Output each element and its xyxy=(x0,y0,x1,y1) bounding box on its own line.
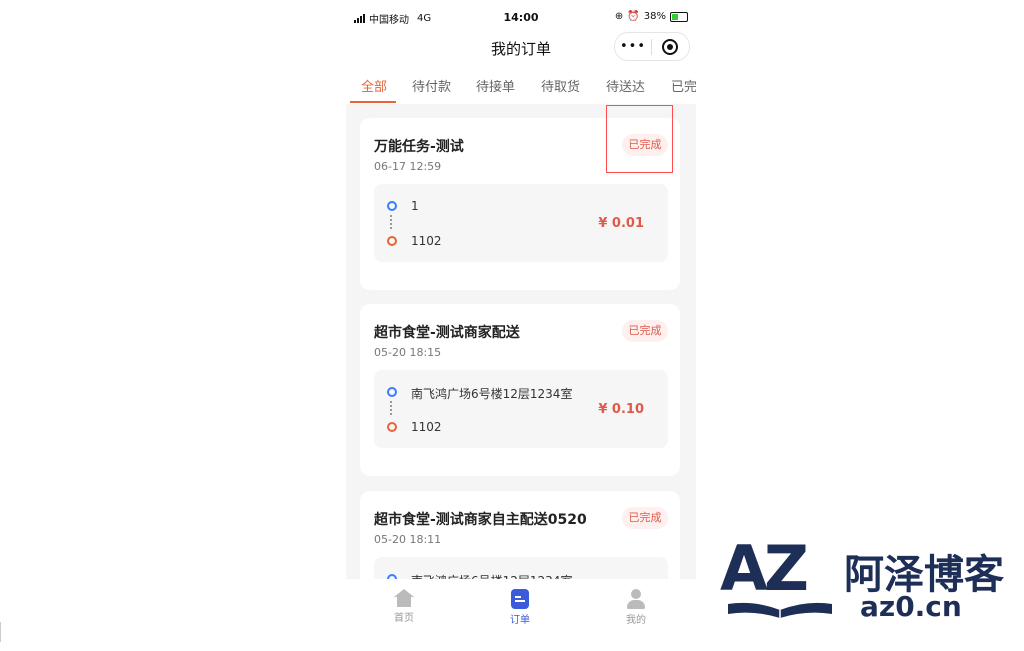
destination-dot-icon xyxy=(387,236,397,246)
order-time: 05-20 18:15 xyxy=(374,346,442,359)
tab-pending-payment[interactable]: 待付款 xyxy=(412,76,451,95)
destination-address: 1102 xyxy=(411,234,442,248)
order-title: 超市食堂-测试商家配送 xyxy=(374,325,520,341)
destination-dot-icon xyxy=(387,422,397,432)
home-icon xyxy=(394,589,414,607)
alarm-icon: ⏰ xyxy=(627,11,640,22)
tabbar-home-label: 首页 xyxy=(394,613,414,624)
book-icon xyxy=(728,602,832,618)
route-box: 1 1102 ¥ 0.01 xyxy=(374,184,668,262)
route-connector xyxy=(390,401,392,415)
order-price: ¥ 0.10 xyxy=(598,402,644,417)
order-icon xyxy=(511,589,529,609)
destination-address: 1102 xyxy=(411,420,442,434)
battery-percent: 38% xyxy=(643,11,666,22)
location-icon: ⊕ xyxy=(614,11,624,22)
order-price: ¥ 0.01 xyxy=(598,216,644,231)
order-title: 超市食堂-测试商家自主配送0520 xyxy=(374,512,587,528)
order-time: 06-17 12:59 xyxy=(374,160,442,173)
status-badge: 已完成 xyxy=(622,320,668,342)
status-badge: 已完成 xyxy=(622,507,668,529)
close-miniprogram-button[interactable] xyxy=(652,38,688,55)
order-tabs: 全部 待付款 待接单 待取货 待送达 已完 xyxy=(346,68,696,104)
order-time: 05-20 18:11 xyxy=(374,533,442,546)
tab-pending-accept[interactable]: 待接单 xyxy=(476,76,515,95)
route-connector xyxy=(390,215,392,229)
tabbar-orders-label: 订单 xyxy=(510,615,530,626)
watermark: AZ 阿泽博客 az0.cn xyxy=(720,538,1010,628)
active-tab-indicator xyxy=(350,101,396,103)
origin-dot-icon xyxy=(387,387,397,397)
target-icon xyxy=(662,38,678,55)
order-title: 万能任务-测试 xyxy=(374,139,464,155)
tab-all[interactable]: 全部 xyxy=(361,76,387,95)
watermark-url: az0.cn xyxy=(860,590,962,623)
nav-bar: 我的订单 ••• xyxy=(346,32,696,68)
miniprogram-capsule: ••• xyxy=(614,32,690,61)
battery-icon xyxy=(670,11,688,22)
order-card[interactable]: 超市食堂-测试商家配送 05-20 18:15 已完成 南飞鸿广场6号楼12层1… xyxy=(360,304,680,476)
origin-address: 南飞鸿广场6号楼12层1234室 xyxy=(411,387,573,401)
tabbar-mine[interactable]: 我的 xyxy=(606,589,666,626)
tab-pending-delivery[interactable]: 待送达 xyxy=(606,76,645,95)
tab-completed[interactable]: 已完 xyxy=(671,76,696,95)
watermark-logo: AZ xyxy=(720,532,809,605)
user-icon xyxy=(626,589,646,609)
tabbar-mine-label: 我的 xyxy=(626,615,646,626)
edge-marker xyxy=(0,622,1,642)
origin-dot-icon xyxy=(387,201,397,211)
tab-pending-pickup[interactable]: 待取货 xyxy=(541,76,580,95)
more-menu-button[interactable]: ••• xyxy=(615,33,651,60)
route-box: 南飞鸿广场6号楼12层1234室 1102 ¥ 0.10 xyxy=(374,370,668,448)
tabbar-home[interactable]: 首页 xyxy=(374,589,434,624)
status-right: ⊕ ⏰ 38% xyxy=(615,11,688,22)
status-bar: 中国移动 4G 14:00 ⊕ ⏰ 38% xyxy=(346,0,696,34)
status-highlight-box xyxy=(606,105,673,173)
tabbar-orders[interactable]: 订单 xyxy=(490,589,550,626)
phone-screen: 中国移动 4G 14:00 ⊕ ⏰ 38% 我的订单 ••• 全部 待付款 待接… xyxy=(346,0,696,651)
origin-address: 1 xyxy=(411,199,419,213)
bottom-tab-bar: 首页 订单 我的 xyxy=(346,579,696,651)
